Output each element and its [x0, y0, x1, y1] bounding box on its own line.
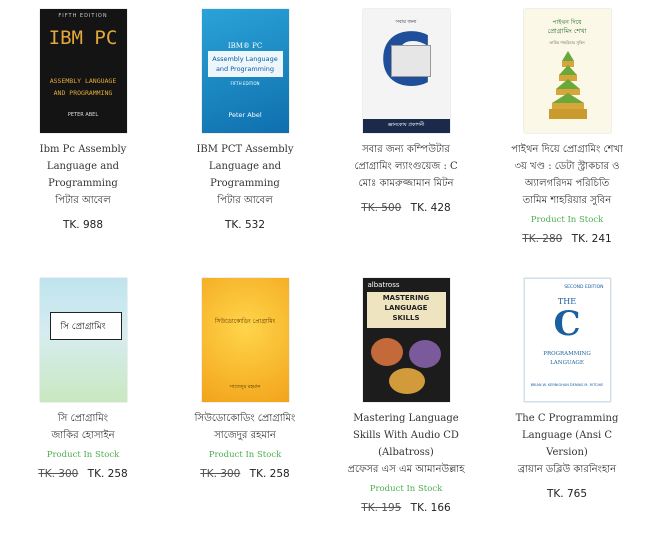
- cover-photo: [370, 338, 403, 366]
- product-title-line[interactable]: Language (Ansi C: [492, 427, 642, 444]
- current-price: TK. 166: [410, 502, 451, 514]
- product-card[interactable]: IBM® PC Assembly Language and Programmin…: [170, 9, 320, 233]
- product-title-line[interactable]: Skills With Audio CD: [331, 427, 481, 444]
- cover-title-text: LANGUAGE: [384, 304, 428, 312]
- product-author[interactable]: জাকির হোসাইন: [8, 427, 158, 444]
- product-card[interactable]: সবার জন্য C জ্ঞানকোষ প্রকাশনী সবার জন্য …: [331, 9, 481, 216]
- product-card[interactable]: FIFTH EDITION IBM PC ASSEMBLY LANGUAGE A…: [8, 9, 158, 233]
- current-price: TK. 258: [87, 468, 128, 480]
- cover-title-text: IBM® PC: [227, 42, 263, 50]
- product-title-line[interactable]: প্রোগ্রামিং ল্যাংগুয়েজ : C: [331, 158, 481, 175]
- cover-edition-text: FIFTH EDITION: [58, 13, 108, 19]
- cover-title-text: Assembly Language: [212, 55, 278, 63]
- product-title-line[interactable]: Programming: [170, 175, 320, 192]
- product-title-line[interactable]: IBM PCT Assembly: [170, 141, 320, 158]
- book-cover-image[interactable]: পাইথন দিয়ে প্রোগ্রামিং শেখা তামিম শাহরি…: [523, 9, 611, 133]
- cover-title-text: PROGRAMMING: [543, 351, 591, 357]
- cover-screen-graphic: [390, 45, 431, 77]
- cover-subtitle-text: ASSEMBLY LANGUAGE: [49, 77, 117, 85]
- cover-photo: [408, 340, 441, 368]
- product-grid: FIFTH EDITION IBM PC ASSEMBLY LANGUAGE A…: [0, 0, 656, 533]
- current-price: TK. 532: [224, 219, 266, 231]
- product-title-line[interactable]: সবার জন্য কম্পিউটার: [331, 141, 481, 158]
- cover-publisher-text: জ্ঞানকোষ প্রকাশনী: [387, 122, 425, 128]
- product-title-line[interactable]: Version): [492, 444, 642, 461]
- stock-status: Product In Stock: [208, 450, 282, 460]
- product-title-line[interactable]: (Albatross): [331, 444, 481, 461]
- cover-title-text: সি প্রোগ্রামিং: [60, 322, 106, 332]
- old-price: TK. 280: [522, 233, 563, 245]
- old-price: TK. 300: [38, 468, 79, 480]
- product-card[interactable]: সি প্রোগ্রামিং সি প্রোগ্রামিং জাকির হোসা…: [8, 278, 158, 482]
- old-price: TK. 195: [361, 502, 402, 514]
- product-title-line[interactable]: ৩য় খণ্ড : ডেটা স্ট্রাকচার ও: [492, 158, 642, 175]
- product-title-line[interactable]: Language and: [8, 158, 158, 175]
- product-title-line[interactable]: সিউডোকোডিং প্রোগ্রামিং: [170, 410, 320, 427]
- cover-title-text: C: [553, 304, 581, 344]
- product-title-line[interactable]: The C Programming: [492, 410, 642, 427]
- current-price: TK. 988: [62, 219, 104, 231]
- cover-subtitle-text: AND PROGRAMMING: [53, 89, 113, 97]
- old-price: TK. 500: [361, 202, 402, 214]
- cover-brand-text: albatross: [367, 281, 400, 289]
- current-price: TK. 428: [410, 202, 451, 214]
- price-row: TK. 280 TK. 241: [492, 231, 642, 247]
- cover-author-text: PETER ABEL: [67, 112, 99, 118]
- cover-author-text: BRIAN W. KERNIGHAN DENNIS M. RITCHIE: [530, 383, 604, 387]
- product-author[interactable]: মোঃ কামরুজ্জামান মিটন: [331, 175, 481, 192]
- price-row: TK. 765: [492, 486, 642, 502]
- price-row: TK. 300 TK. 258: [170, 466, 320, 482]
- current-price: TK. 258: [249, 468, 290, 480]
- product-card[interactable]: SECOND EDITION THE C PROGRAMMING LANGUAG…: [492, 278, 642, 502]
- product-card[interactable]: সিউডোকোডিং প্রোগ্রামিং সাজেদুর রহমান সিউ…: [170, 278, 320, 482]
- book-cover-image[interactable]: SECOND EDITION THE C PROGRAMMING LANGUAG…: [523, 278, 611, 402]
- cover-author-text: Peter Abel: [228, 111, 262, 119]
- book-cover-image[interactable]: সি প্রোগ্রামিং: [39, 278, 127, 402]
- product-card[interactable]: albatross MASTERING LANGUAGE SKILLS Mast…: [331, 278, 481, 516]
- product-title-line[interactable]: Programming: [8, 175, 158, 192]
- pagoda-illustration: [548, 51, 587, 119]
- cover-title-text: সিউডোকোডিং প্রোগ্রামিং: [214, 318, 276, 325]
- cover-title-text: and Programming: [215, 65, 275, 73]
- price-row: TK. 195 TK. 166: [331, 500, 481, 516]
- cover-author-text: তামিম শাহরিয়ার সুবিন: [549, 40, 585, 45]
- product-title-line[interactable]: Mastering Language: [331, 410, 481, 427]
- cover-author-text: সাজেদুর রহমান: [229, 384, 261, 390]
- product-title-line[interactable]: Language and: [170, 158, 320, 175]
- product-title-line[interactable]: অ্যালগরিদম পরিচিতি: [492, 175, 642, 192]
- current-price: TK. 241: [571, 233, 612, 245]
- cover-title-text: SKILLS: [392, 314, 420, 322]
- product-author[interactable]: ব্রায়ান ডব্লিউ কারনিংহান: [492, 461, 642, 478]
- product-title-line[interactable]: Ibm Pc Assembly: [8, 141, 158, 158]
- price-row: TK. 300 TK. 258: [8, 466, 158, 482]
- current-price: TK. 765: [546, 488, 588, 500]
- book-cover-image[interactable]: সবার জন্য C জ্ঞানকোষ প্রকাশনী: [362, 9, 450, 133]
- product-author[interactable]: পিটার আবেল: [170, 192, 320, 209]
- book-cover-image[interactable]: IBM® PC Assembly Language and Programmin…: [201, 9, 289, 133]
- product-card[interactable]: পাইথন দিয়ে প্রোগ্রামিং শেখা তামিম শাহরি…: [492, 9, 642, 247]
- price-row: TK. 988: [8, 217, 158, 233]
- old-price: TK. 300: [200, 468, 241, 480]
- product-author[interactable]: প্রফেসর এস এম আমানউল্লাহ: [331, 461, 481, 478]
- cover-title-text: MASTERING: [382, 294, 430, 302]
- book-cover-image[interactable]: albatross MASTERING LANGUAGE SKILLS: [362, 278, 450, 402]
- product-author[interactable]: পিটার আবেল: [8, 192, 158, 209]
- cover-edition-text: SECOND EDITION: [564, 285, 604, 290]
- cover-edition-text: FIFTH EDITION: [230, 81, 260, 86]
- price-row: TK. 532: [170, 217, 320, 233]
- stock-status: Product In Stock: [46, 450, 120, 460]
- price-row: TK. 500 TK. 428: [331, 200, 481, 216]
- product-author[interactable]: সাজেদুর রহমান: [170, 427, 320, 444]
- book-cover-image[interactable]: FIFTH EDITION IBM PC ASSEMBLY LANGUAGE A…: [39, 9, 127, 133]
- product-title-line[interactable]: সি প্রোগ্রামিং: [8, 410, 158, 427]
- product-title-line[interactable]: পাইথন দিয়ে প্রোগ্রামিং শেখা: [492, 141, 642, 158]
- cover-title-text: LANGUAGE: [550, 360, 584, 366]
- stock-status: Product In Stock: [530, 215, 604, 225]
- cover-title-text: প্রোগ্রামিং শেখা: [547, 27, 587, 35]
- cover-photo: [388, 368, 425, 394]
- cover-title-text: IBM PC: [48, 27, 118, 49]
- product-author[interactable]: তামিম শাহরিয়ার সুবিন: [492, 192, 642, 209]
- book-cover-image[interactable]: সিউডোকোডিং প্রোগ্রামিং সাজেদুর রহমান: [201, 278, 289, 402]
- stock-status: Product In Stock: [369, 484, 443, 494]
